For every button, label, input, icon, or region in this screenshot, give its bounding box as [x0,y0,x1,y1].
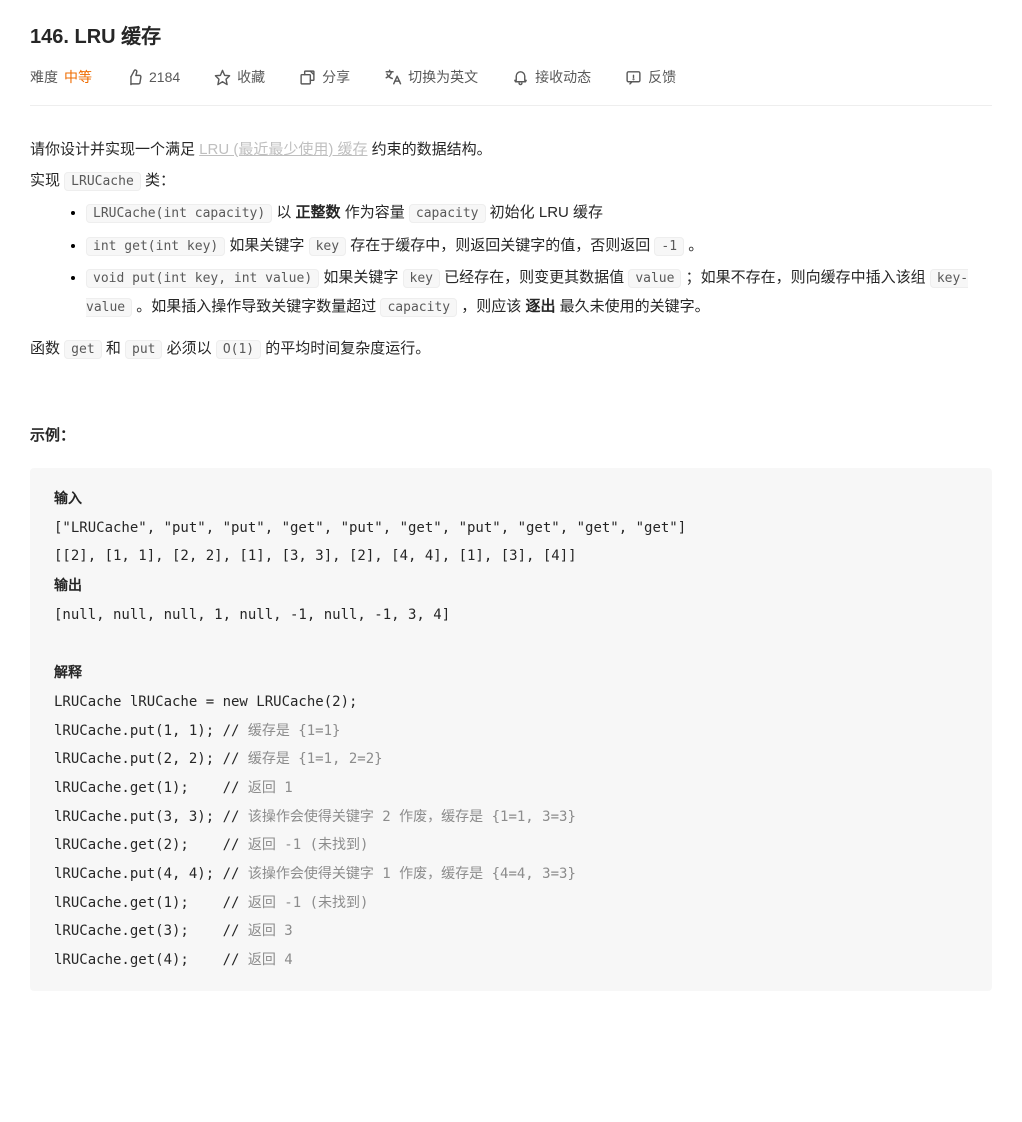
code-token: value [628,269,681,288]
bold-text: 逐出 [525,298,555,315]
example-line: lRUCache.get(1); // 返回 1 [54,780,293,796]
feedback-button[interactable]: 反馈 [625,67,676,87]
star-icon [214,69,231,86]
list-item: void put(int key, int value) 如果关键字 key 已… [86,264,992,321]
text: ，则应该 [457,298,525,315]
switch-language-label: 切换为英文 [408,67,478,87]
problem-title: 146. LRU 缓存 [30,20,992,49]
bold-text: 正整数 [296,204,341,221]
text: 实现 [30,172,64,189]
example-block: 输入 ["LRUCache", "put", "put", "get", "pu… [30,468,992,991]
example-input-label: 输入 [54,490,82,506]
paragraph: 函数 get 和 put 必须以 O(1) 的平均时间复杂度运行。 [30,335,992,364]
text: ；如果不存在，则向缓存中插入该组 [681,269,929,286]
like-button[interactable]: 2184 [126,69,180,86]
share-button[interactable]: 分享 [299,67,350,87]
example-line: lRUCache.get(4); // 返回 4 [54,952,293,968]
code-token: O(1) [216,340,261,359]
switch-language-button[interactable]: 切换为英文 [384,67,478,87]
text: 。 [684,237,703,254]
text: 约束的数据结构。 [368,141,492,158]
example-line: LRUCache lRUCache = new LRUCache(2); [54,694,357,710]
bell-icon [512,69,529,86]
share-icon [299,69,316,86]
favorite-label: 收藏 [237,67,265,87]
example-line: ["LRUCache", "put", "put", "get", "put",… [54,520,686,536]
code-token: key [309,237,346,256]
paragraph: 请你设计并实现一个满足 LRU (最近最少使用) 缓存 约束的数据结构。 [30,136,992,165]
lru-wiki-link[interactable]: LRU (最近最少使用) 缓存 [199,141,367,158]
feedback-label: 反馈 [648,67,676,87]
code-token: LRUCache(int capacity) [86,204,272,223]
subscribe-button[interactable]: 接收动态 [512,67,591,87]
difficulty: 难度 中等 [30,67,92,87]
example-line: [null, null, null, 1, null, -1, null, -1… [54,607,450,623]
text: 如果关键字 [225,237,308,254]
example-line: lRUCache.get(1); // 返回 -1 (未找到) [54,895,368,911]
text: 已经存在，则变更其数据值 [440,269,628,286]
example-explain-label: 解释 [54,664,82,680]
code-token: capacity [409,204,486,223]
translate-icon [384,68,402,86]
text: 以 [272,204,295,221]
feedback-icon [625,69,642,86]
example-line: lRUCache.put(3, 3); // 该操作会使得关键字 2 作废，缓存… [54,809,576,825]
text: 如果关键字 [319,269,402,286]
difficulty-label: 难度 [30,67,58,87]
text: 最久未使用的关键字。 [555,298,709,315]
example-line: [[2], [1, 1], [2, 2], [1], [3, 3], [2], … [54,548,577,564]
paragraph: 实现 LRUCache 类： [30,167,992,196]
problem-toolbar: 难度 中等 2184 收藏 分享 切换为英文 接收动态 [30,67,992,106]
code-token: key [403,269,440,288]
like-count: 2184 [149,69,180,85]
code-token: capacity [380,298,457,317]
example-line: lRUCache.put(4, 4); // 该操作会使得关键字 1 作废，缓存… [54,866,576,882]
list-item: LRUCache(int capacity) 以 正整数 作为容量 capaci… [86,199,992,228]
code-token: LRUCache [64,172,141,191]
example-heading: 示例： [30,422,992,451]
text: 和 [102,340,125,357]
text: 必须以 [162,340,215,357]
text: 函数 [30,340,64,357]
text: 。如果插入操作导致关键字数量超过 [132,298,380,315]
code-token: get [64,340,101,359]
list-item: int get(int key) 如果关键字 key 存在于缓存中，则返回关键字… [86,232,992,261]
text: 作为容量 [341,204,409,221]
text: 存在于缓存中，则返回关键字的值，否则返回 [346,237,654,254]
text: 请你设计并实现一个满足 [30,141,199,158]
code-token: put [125,340,162,359]
share-label: 分享 [322,67,350,87]
example-line: lRUCache.put(2, 2); // 缓存是 {1=1, 2=2} [54,751,383,767]
text: 初始化 LRU 缓存 [486,204,604,221]
thumbs-up-icon [126,69,143,86]
problem-description: 请你设计并实现一个满足 LRU (最近最少使用) 缓存 约束的数据结构。 实现 … [30,136,992,991]
text: 的平均时间复杂度运行。 [261,340,430,357]
difficulty-value: 中等 [64,67,92,87]
code-token: -1 [654,237,684,256]
favorite-button[interactable]: 收藏 [214,67,265,87]
example-line: lRUCache.get(3); // 返回 3 [54,923,293,939]
text: 类： [141,172,175,189]
subscribe-label: 接收动态 [535,67,591,87]
code-token: int get(int key) [86,237,225,256]
example-line: lRUCache.put(1, 1); // 缓存是 {1=1} [54,723,340,739]
example-output-label: 输出 [54,577,82,593]
code-token: void put(int key, int value) [86,269,319,288]
example-line: lRUCache.get(2); // 返回 -1 (未找到) [54,837,368,853]
